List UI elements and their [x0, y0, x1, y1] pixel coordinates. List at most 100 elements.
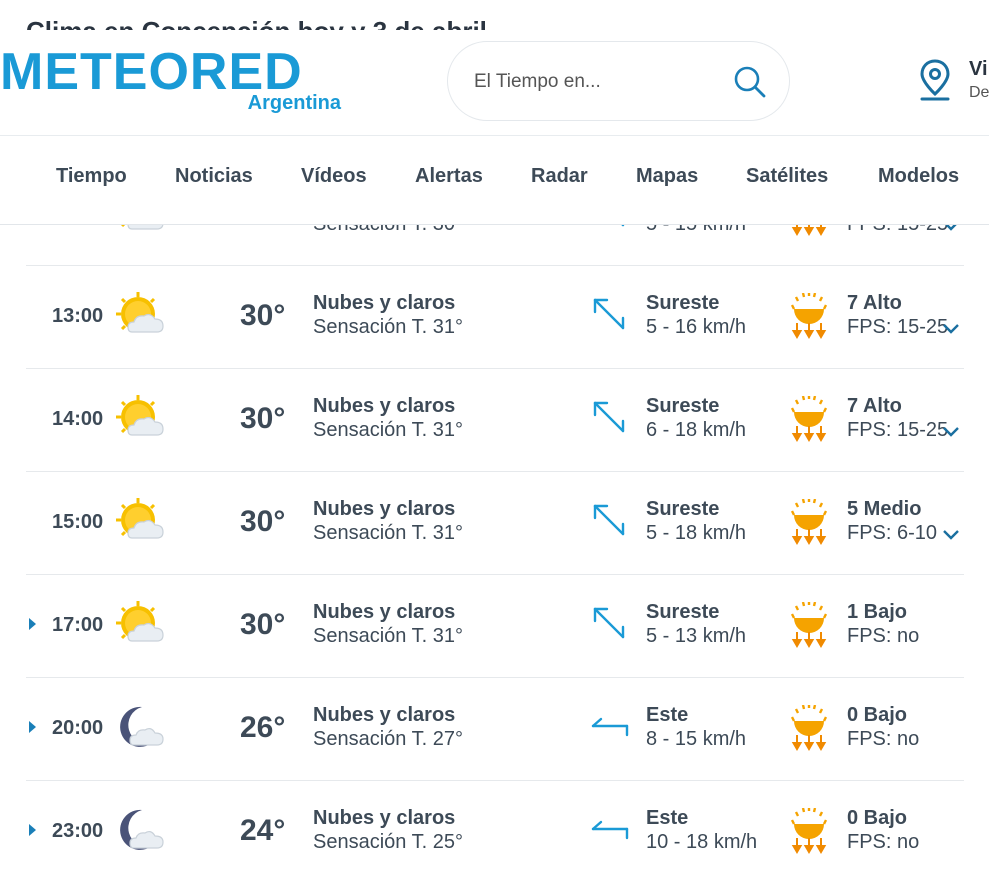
- page-heading-behind: Clima en Concepción hoy y 3 de abril: [26, 14, 487, 30]
- forecast-description: Nubes y claros: [313, 601, 456, 623]
- forecast-description: Nubes y claros: [313, 498, 456, 520]
- nav-item-tiempo[interactable]: Tiempo: [56, 165, 127, 188]
- logo-country: Argentina: [247, 92, 341, 114]
- forecast-time: 17:00: [52, 614, 104, 636]
- location-detail: De: [969, 84, 989, 101]
- search-input[interactable]: [472, 64, 726, 100]
- sun-cloud-icon: [116, 498, 164, 539]
- nav-divider: [0, 224, 989, 225]
- fps-recommendation: FPS: no: [847, 625, 920, 647]
- forecast-temperature: 30°: [240, 505, 286, 538]
- wind-speed: 10 - 18 km/h: [646, 831, 758, 853]
- fps-recommendation: FPS: no: [847, 831, 920, 853]
- forecast-temperature: 30°: [240, 402, 286, 435]
- forecast-description: Nubes y claros: [313, 807, 456, 829]
- forecast-description: Nubes y claros: [313, 292, 456, 314]
- wind-direction: Sureste: [646, 601, 720, 623]
- expand-caret-icon[interactable]: [29, 618, 36, 630]
- east-arrow-icon: [591, 717, 629, 737]
- uv-index: 1 Bajo: [847, 601, 908, 623]
- uv-index: 7 Alto: [847, 292, 902, 314]
- uv-sun-icon: [791, 808, 827, 854]
- southeast-arrow-icon: [593, 607, 625, 639]
- site-header: Clima en Concepción hoy y 3 de abril MET…: [0, 0, 989, 225]
- nav-item-videos[interactable]: Vídeos: [301, 165, 367, 188]
- fps-recommendation: FPS: 6-10: [847, 522, 938, 544]
- wind-direction: Este: [646, 807, 689, 829]
- forecast-row[interactable]: 23:00 24° Nubes y claros Sensación T. 25…: [26, 780, 964, 877]
- uv-index: 7 Alto: [847, 395, 902, 417]
- fps-recommendation: FPS: 15-25: [847, 316, 949, 338]
- main-nav: Tiempo Noticias Vídeos Alertas Radar Map…: [0, 136, 989, 224]
- moon-cloud-icon: [120, 809, 164, 850]
- uv-index: 5 Medio: [847, 498, 922, 520]
- southeast-arrow-icon: [593, 504, 625, 536]
- uv-sun-icon: [791, 499, 827, 545]
- wind-direction: Sureste: [646, 292, 720, 314]
- moon-cloud-icon: [120, 706, 164, 747]
- sun-cloud-icon: [116, 601, 164, 642]
- forecast-time: 13:00: [52, 305, 104, 327]
- forecast-temperature: 24°: [240, 814, 286, 847]
- search-icon[interactable]: [733, 65, 767, 99]
- feels-like: Sensación T. 31°: [313, 419, 463, 441]
- forecast-temperature: 26°: [240, 711, 286, 744]
- chevron-down-icon[interactable]: [942, 529, 960, 541]
- forecast-time: 14:00: [52, 408, 104, 430]
- logo-wordmark: METEORED: [0, 43, 303, 101]
- meteored-logo[interactable]: METEORED Argentina: [0, 40, 345, 120]
- wind-speed: 6 - 18 km/h: [646, 419, 747, 441]
- feels-like: Sensación T. 27°: [313, 728, 463, 750]
- southeast-arrow-icon: [593, 298, 625, 330]
- fps-recommendation: FPS: 15-25: [847, 419, 949, 441]
- nav-item-radar[interactable]: Radar: [531, 165, 588, 188]
- sun-cloud-icon: [116, 292, 164, 333]
- expand-caret-icon[interactable]: [29, 824, 36, 836]
- expand-caret-icon[interactable]: [29, 721, 36, 733]
- chevron-down-icon[interactable]: [942, 323, 960, 335]
- sun-cloud-icon: [116, 395, 164, 436]
- wind-direction: Sureste: [646, 395, 720, 417]
- nav-item-modelos[interactable]: Modelos: [878, 165, 959, 188]
- feels-like: Sensación T. 31°: [313, 316, 463, 338]
- forecast-description: Nubes y claros: [313, 395, 456, 417]
- feels-like: Sensación T. 31°: [313, 522, 463, 544]
- nav-item-mapas[interactable]: Mapas: [636, 165, 698, 188]
- uv-sun-icon: [791, 602, 827, 648]
- wind-direction: Este: [646, 704, 689, 726]
- feels-like: Sensación T. 31°: [313, 625, 463, 647]
- uv-sun-icon: [791, 396, 827, 442]
- hourly-forecast-list: Sensación T. 30° 5 - 15 km/h FPS: 15-25 …: [0, 160, 989, 877]
- wind-speed: 5 - 13 km/h: [646, 625, 747, 647]
- forecast-time: 20:00: [52, 717, 104, 739]
- wind-speed: 8 - 15 km/h: [646, 728, 747, 750]
- uv-index: 0 Bajo: [847, 807, 908, 829]
- feels-like: Sensación T. 25°: [313, 831, 463, 853]
- forecast-row[interactable]: 15:00 30° Nubes y claros Sensación T. 31…: [26, 471, 964, 575]
- location-name: Vi: [969, 58, 988, 80]
- uv-sun-icon: [791, 705, 827, 751]
- search-box[interactable]: [447, 41, 790, 121]
- chevron-down-icon[interactable]: [942, 426, 960, 438]
- forecast-time: 15:00: [52, 511, 104, 533]
- wind-speed: 5 - 16 km/h: [646, 316, 747, 338]
- nav-item-alertas[interactable]: Alertas: [415, 165, 483, 188]
- fps-recommendation: FPS: no: [847, 728, 920, 750]
- southeast-arrow-icon: [593, 401, 625, 433]
- forecast-row[interactable]: 17:00 30° Nubes y claros Sensación T. 31…: [26, 574, 964, 678]
- wind-speed: 5 - 18 km/h: [646, 522, 747, 544]
- uv-index: 0 Bajo: [847, 704, 908, 726]
- forecast-temperature: 30°: [240, 299, 286, 332]
- nav-item-satelites[interactable]: Satélites: [746, 165, 828, 188]
- forecast-row[interactable]: 13:00 30° Nubes y claros Sensación T. 31…: [26, 265, 964, 369]
- east-arrow-icon: [591, 820, 629, 840]
- forecast-description: Nubes y claros: [313, 704, 456, 726]
- nav-item-noticias[interactable]: Noticias: [175, 165, 253, 188]
- forecast-row[interactable]: 20:00 26° Nubes y claros Sensación T. 27…: [26, 677, 964, 781]
- uv-sun-icon: [791, 293, 827, 339]
- forecast-time: 23:00: [52, 820, 104, 842]
- location-pin-icon: [920, 59, 950, 101]
- forecast-row[interactable]: 14:00 30° Nubes y claros Sensación T. 31…: [26, 368, 964, 472]
- location-selector[interactable]: Vi De: [918, 58, 989, 108]
- wind-direction: Sureste: [646, 498, 720, 520]
